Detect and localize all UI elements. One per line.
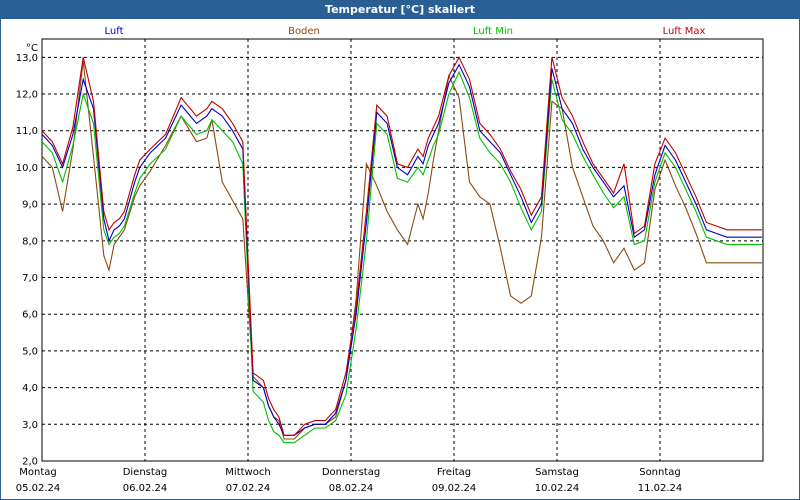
y-tick-label: 10,0 [16, 163, 38, 174]
x-tick-day: Dienstag [123, 467, 168, 478]
y-tick-label: 4,0 [22, 383, 38, 394]
x-tick-day: Montag [19, 467, 56, 478]
x-tick-date: 06.02.24 [123, 483, 168, 494]
y-tick-label: 9,0 [22, 200, 38, 211]
legend-entry: Luft Max [663, 26, 706, 37]
y-tick-label: 5,0 [22, 346, 38, 357]
x-tick-day: Freitag [437, 467, 471, 478]
y-tick-label: 2,0 [22, 457, 38, 468]
y-axis-label: °C [26, 43, 38, 54]
x-tick-day: Samstag [535, 467, 579, 478]
window-title: Temperatur [°C] skaliert [1, 1, 799, 19]
temperature-chart: 2,0 3,0 4,0 5,0 6,0 7,0 8,0 9,0 10,0 11,0 12,0 13,0… [16, 26, 764, 494]
y-tick-label: 7,0 [22, 273, 38, 284]
y-tick-label: 3,0 [22, 420, 38, 431]
x-tick-day: Donnerstag [322, 467, 380, 478]
y-tick-label: 13,0 [16, 53, 38, 64]
x-tick-date: 05.02.24 [16, 483, 61, 494]
chart-window: Temperatur [°C] skaliert 2,0 3,0 4,0 5,0 6,0… [0, 0, 800, 500]
legend-entry: Luft [105, 26, 124, 37]
x-tick-date: 08.02.24 [329, 483, 374, 494]
y-tick-label: 8,0 [22, 236, 38, 247]
x-tick-day: Sonntag [639, 467, 681, 478]
y-tick-label: 12,0 [16, 90, 38, 101]
x-tick-date: 07.02.24 [226, 483, 271, 494]
plot-area [41, 38, 764, 462]
y-tick-label: 11,0 [16, 126, 38, 137]
legend-entry: Luft Min [473, 26, 513, 37]
x-tick-date: 11.02.24 [638, 483, 683, 494]
x-tick-date: 09.02.24 [432, 483, 477, 494]
legend-entry: Boden [288, 26, 320, 37]
x-tick-day: Mittwoch [225, 467, 270, 478]
x-tick-date: 10.02.24 [535, 483, 580, 494]
y-tick-label: 6,0 [22, 310, 38, 321]
